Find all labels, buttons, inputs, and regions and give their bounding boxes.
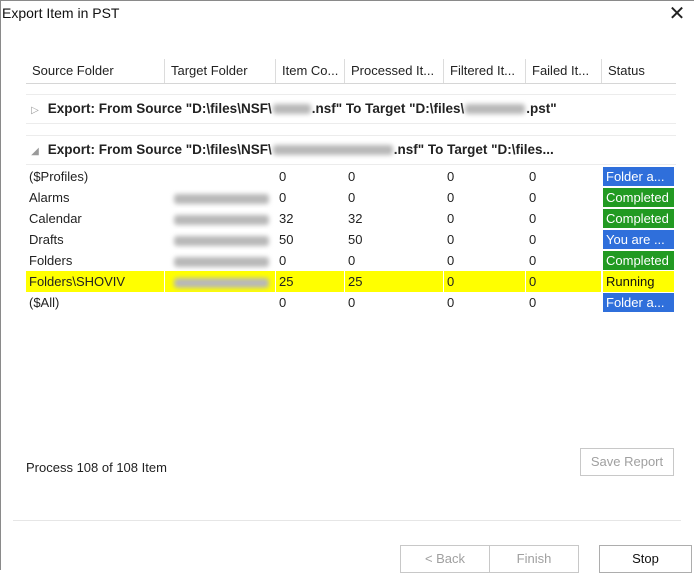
close-button[interactable]: ✕ <box>666 3 688 25</box>
collapse-triangle-icon[interactable]: ◢ <box>26 138 44 164</box>
redacted-text <box>174 277 269 288</box>
failed-items-cell: 0 <box>529 232 537 247</box>
item-count-cell: 32 <box>279 211 294 226</box>
expand-triangle-icon[interactable]: ▷ <box>26 97 44 123</box>
target-folder-cell <box>165 250 276 271</box>
redacted-text <box>174 214 269 225</box>
column-header-target-folder[interactable]: Target Folder <box>165 59 276 83</box>
group-label-suffix: .pst" <box>526 101 557 116</box>
group-label-prefix: Export: From Source "D:\files\NSF\ <box>47 101 272 116</box>
redacted-text <box>272 145 393 156</box>
target-folder-cell <box>165 166 276 187</box>
failed-items-cell: 0 <box>529 274 537 289</box>
item-count-cell: 0 <box>279 169 287 184</box>
table-row[interactable]: Drafts 50 50 0 0 You are ... <box>26 229 676 250</box>
failed-items-cell: 0 <box>529 253 537 268</box>
dialog-title: Export Item in PST <box>2 5 120 21</box>
failed-items-cell: 0 <box>529 190 537 205</box>
filtered-items-cell: 0 <box>447 190 455 205</box>
export-group-expanded[interactable]: ◢ Export: From Source "D:\files\NSF\ .nsf… <box>26 135 676 165</box>
source-folder-cell: Folders <box>29 253 73 268</box>
source-folder-cell: Alarms <box>29 190 70 205</box>
status-badge: Completed <box>603 188 674 207</box>
filtered-items-cell: 0 <box>447 274 455 289</box>
column-header-processed-items[interactable]: Processed It... <box>345 59 444 83</box>
save-report-button[interactable]: Save Report <box>580 448 674 476</box>
failed-items-cell: 0 <box>529 211 537 226</box>
column-header-failed-items[interactable]: Failed It... <box>526 59 602 83</box>
finish-button[interactable]: Finish <box>489 545 579 573</box>
table-row[interactable]: Folders 0 0 0 0 Completed <box>26 250 676 271</box>
status-badge: Running <box>603 271 674 292</box>
table-row[interactable]: ($All) 0 0 0 0 Folder a... <box>26 292 676 313</box>
target-folder-cell <box>165 187 276 208</box>
column-header-filtered-items[interactable]: Filtered It... <box>444 59 526 83</box>
redacted-text <box>465 104 526 115</box>
grid-header: Source Folder Target Folder Item Co... P… <box>26 59 676 84</box>
group-label-mid: .nsf" To Target "D:\files... <box>393 142 554 157</box>
filtered-items-cell: 0 <box>447 295 455 310</box>
source-folder-cell: Calendar <box>29 211 82 226</box>
item-count-cell: 0 <box>279 295 287 310</box>
processed-items-cell: 0 <box>348 190 356 205</box>
export-group-collapsed[interactable]: ▷ Export: From Source "D:\files\NSF\ .nsf… <box>26 94 676 124</box>
processed-items-cell: 32 <box>348 211 363 226</box>
item-count-cell: 25 <box>279 274 294 289</box>
status-badge: You are ... <box>603 230 674 249</box>
group-label-mid: .nsf" To Target "D:\files\ <box>311 101 465 116</box>
processed-items-cell: 25 <box>348 274 363 289</box>
redacted-text <box>174 235 269 246</box>
stop-button[interactable]: Stop <box>599 545 692 573</box>
processed-items-cell: 0 <box>348 253 356 268</box>
column-header-item-count[interactable]: Item Co... <box>276 59 345 83</box>
table-row[interactable]: Folders\SHOVIV 25 25 0 0 Running <box>26 271 676 292</box>
filtered-items-cell: 0 <box>447 169 455 184</box>
failed-items-cell: 0 <box>529 169 537 184</box>
target-folder-cell <box>165 208 276 229</box>
group-label-prefix: Export: From Source "D:\files\NSF\ <box>47 142 272 157</box>
item-count-cell: 50 <box>279 232 294 247</box>
filtered-items-cell: 0 <box>447 232 455 247</box>
target-folder-cell <box>165 229 276 250</box>
table-row[interactable]: Alarms 0 0 0 0 Completed <box>26 187 676 208</box>
footer-divider <box>13 520 681 521</box>
redacted-text <box>174 256 269 267</box>
status-badge: Completed <box>603 209 674 228</box>
table-row[interactable]: ($Profiles) 0 0 0 0 Folder a... <box>26 166 676 187</box>
close-x-icon: ✕ <box>668 3 686 25</box>
export-grid: Source Folder Target Folder Item Co... P… <box>26 59 676 312</box>
column-header-status[interactable]: Status <box>602 59 676 83</box>
table-row[interactable]: Calendar 32 32 0 0 Completed <box>26 208 676 229</box>
processed-items-cell: 0 <box>348 295 356 310</box>
failed-items-cell: 0 <box>529 295 537 310</box>
processed-items-cell: 0 <box>348 169 356 184</box>
processed-items-cell: 50 <box>348 232 363 247</box>
filtered-items-cell: 0 <box>447 253 455 268</box>
item-count-cell: 0 <box>279 190 287 205</box>
status-badge: Completed <box>603 251 674 270</box>
redacted-text <box>272 104 311 115</box>
status-badge: Folder a... <box>603 167 674 186</box>
source-folder-cell: Folders\SHOVIV <box>29 274 126 289</box>
redacted-text <box>174 193 269 204</box>
source-folder-cell: Drafts <box>29 232 64 247</box>
source-folder-cell: ($Profiles) <box>29 169 89 184</box>
column-header-source-folder[interactable]: Source Folder <box>26 59 165 83</box>
source-folder-cell: ($All) <box>29 295 60 310</box>
process-status-text: Process 108 of 108 Item <box>26 460 167 475</box>
item-count-cell: 0 <box>279 253 287 268</box>
back-button[interactable]: < Back <box>400 545 490 573</box>
filtered-items-cell: 0 <box>447 211 455 226</box>
target-folder-cell <box>165 271 276 292</box>
target-folder-cell <box>165 292 276 313</box>
status-badge: Folder a... <box>603 293 674 312</box>
export-dialog: Export Item in PST ✕ Source Folder Targe… <box>0 0 694 573</box>
